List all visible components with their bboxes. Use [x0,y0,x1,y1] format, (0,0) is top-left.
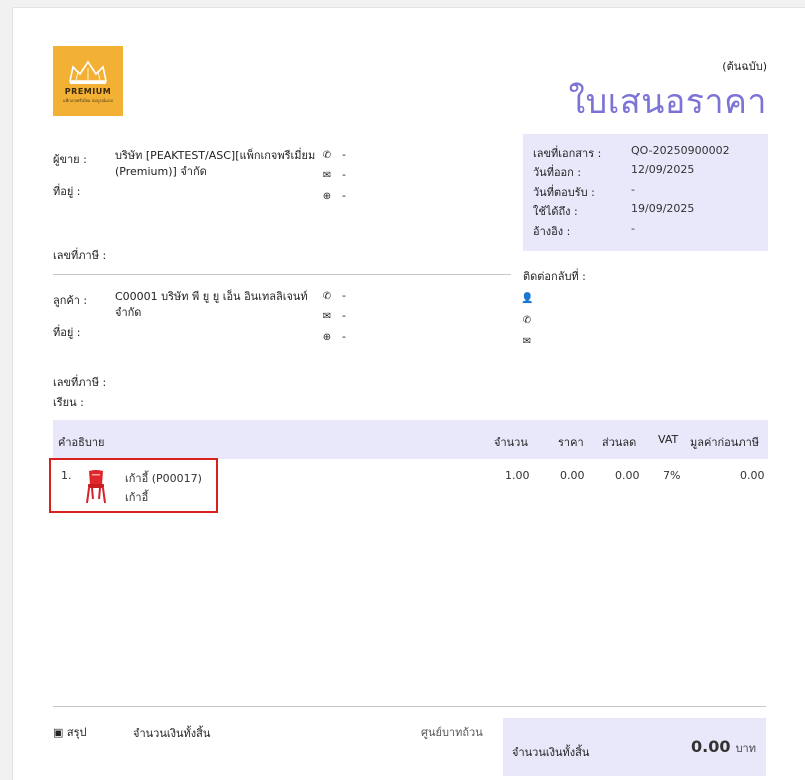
contact-label: ติดต่อกลับที่ : [523,270,586,283]
copy-label: (ต้นฉบับ) [722,60,767,73]
total-panel: จำนวนเงินทั้งสิ้น 0.00 บาท [503,718,766,776]
crown-icon [69,60,107,84]
globe-icon: ⊕ [322,332,332,343]
seller-web: - [342,189,346,202]
document-page: PREMIUM แพ็กเกจพรีเมี่ยม สมบูรณ์แบบ (ต้น… [12,7,805,780]
issue-date-label: วันที่ออก : [533,166,582,179]
valid-date-label: ใช้ได้ถึง : [533,205,578,218]
clipboard-icon: ▣ [53,726,64,739]
issue-date-value: 12/09/2025 [631,163,695,176]
total-box-label: จำนวนเงินทั้งสิ้น [512,746,590,759]
document-info-panel: เลขที่เอกสาร : QO-20250900002 วันที่ออก … [523,134,768,251]
customer-name: C00001 บริษัท พี ยู ยู เอ็น อินเทลลิเจนท… [115,290,308,319]
email-icon: ✉ [322,311,332,322]
col-desc: คำอธิบาย [58,436,105,449]
logo-subtext: แพ็กเกจพรีเมี่ยม สมบูรณ์แบบ [63,97,113,103]
email-icon: ✉ [522,336,532,347]
seller-label: ผู้ขาย : [53,153,87,166]
company-logo: PREMIUM แพ็กเกจพรีเมี่ยม สมบูรณ์แบบ [53,46,123,116]
reference-label: อ้างอิง : [533,225,571,238]
doc-no-value: QO-20250900002 [631,144,730,157]
seller-tax-label: เลขที่ภาษี : [53,249,107,262]
divider [53,274,511,275]
summary-heading: ▣ สรุป [53,723,87,741]
phone-icon: ✆ [522,315,532,326]
footer-divider [53,706,766,707]
seller-address-label: ที่อยู่ : [53,185,81,198]
valid-date-value: 19/09/2025 [631,202,695,215]
item-price: 0.00 [560,469,585,482]
seller-email: - [342,168,346,181]
customer-phone: - [342,289,346,302]
total-value: 0.00 [691,737,731,756]
accept-date-value: - [631,183,635,196]
logo-text: PREMIUM [64,86,112,96]
phone-icon: ✆ [322,291,332,302]
item-qty: 1.00 [505,469,530,482]
items-table-header: คำอธิบาย จำนวน ราคา ส่วนลด VAT มูลค่าก่อ… [53,420,768,459]
col-amount: มูลค่าก่อนภาษี [690,436,759,449]
total-label: จำนวนเงินทั้งสิ้น [133,727,211,740]
customer-email: - [342,309,346,322]
accept-date-label: วันที่ตอบรับ : [533,186,595,199]
globe-icon: ⊕ [322,191,332,202]
email-icon: ✉ [322,170,332,181]
seller-phone: - [342,148,346,161]
col-discount: ส่วนลด [602,436,637,449]
page-title: ใบเสนอราคา [568,82,767,122]
col-price: ราคา [558,436,584,449]
summary-label: สรุป [66,726,87,739]
item-discount: 0.00 [615,469,640,482]
selection-highlight [49,458,218,513]
currency-label: บาท [735,742,756,755]
item-vat: 7% [663,469,681,482]
col-qty: จำนวน [494,436,528,449]
customer-address-label: ที่อยู่ : [53,326,81,339]
reference-value: - [631,222,635,235]
item-amount: 0.00 [740,469,765,482]
col-vat: VAT [658,433,679,446]
customer-attn-label: เรียน : [53,396,84,409]
customer-label: ลูกค้า : [53,294,88,307]
seller-name: บริษัท [PEAKTEST/ASC][แพ็กเกจพรีเมี่ยม (… [115,149,316,178]
customer-web: - [342,330,346,343]
person-icon: 👤 [521,293,534,304]
amount-in-words: ศูนย์บาทถ้วน [421,726,483,739]
phone-icon: ✆ [322,150,332,161]
doc-no-label: เลขที่เอกสาร : [533,147,602,160]
customer-tax-label: เลขที่ภาษี : [53,376,107,389]
